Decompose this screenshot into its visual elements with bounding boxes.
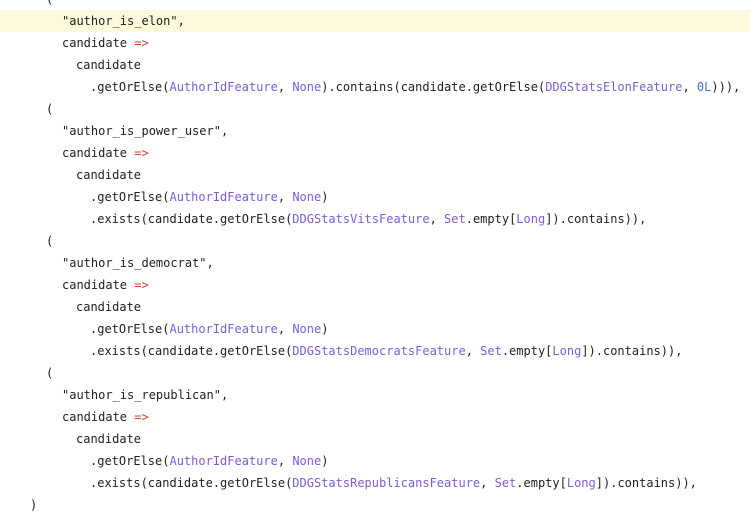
code-token: , (480, 476, 495, 490)
code-token: Long (566, 476, 596, 490)
code-token: AuthorIdFeature (169, 454, 278, 468)
code-token: 0L (696, 80, 712, 94)
code-token: .empty[ (465, 212, 517, 226)
code-token: None (292, 190, 322, 204)
code-token: ]).contains)), (581, 344, 683, 358)
code-line: candidate (0, 164, 750, 186)
code-token: ]).contains)), (595, 476, 697, 490)
code-line: ( (0, 0, 750, 10)
code-token: candidate (62, 146, 135, 160)
code-token: DDGStatsRepublicansFeature (292, 476, 481, 490)
code-token: ))), (711, 80, 741, 94)
code-token: ( (46, 0, 53, 6)
code-token: Set (444, 212, 466, 226)
code-token: candidate (76, 432, 142, 446)
code-token: candidate (62, 410, 135, 424)
code-token: => (134, 146, 149, 160)
code-token: candidate (62, 278, 135, 292)
code-token: DDGStatsElonFeature (545, 80, 683, 94)
code-token: , (206, 256, 214, 270)
code-token: "author_is_power_user" (62, 124, 221, 138)
code-editor[interactable]: ("author_is_elon",candidate =>candidate.… (0, 0, 750, 525)
code-token: AuthorIdFeature (169, 190, 278, 204)
code-token: , (220, 124, 229, 138)
code-token: DDGStatsDemocratsFeature (292, 344, 466, 358)
code-token: => (134, 36, 149, 50)
code-token: , (277, 454, 293, 468)
code-token: , (220, 388, 229, 402)
code-token: , (429, 212, 445, 226)
code-token: , (277, 322, 293, 336)
code-token: , (177, 14, 185, 28)
code-line: "author_is_republican", (0, 384, 750, 406)
code-token: None (292, 80, 322, 94)
code-token: ]).contains)), (545, 212, 647, 226)
code-token: , (277, 190, 293, 204)
code-token: candidate (62, 36, 135, 50)
code-line: .getOrElse(AuthorIdFeature, None).contai… (0, 76, 750, 98)
code-token: candidate (76, 58, 142, 72)
code-line: ( (0, 98, 750, 120)
code-token: ) (321, 190, 329, 204)
code-token: Long (516, 212, 546, 226)
code-token: .getOrElse( (90, 190, 170, 204)
code-token: .getOrElse( (90, 454, 170, 468)
code-line: .exists(candidate.getOrElse(DDGStatsRepu… (0, 472, 750, 494)
code-token: ( (46, 102, 54, 116)
code-line: candidate => (0, 406, 750, 428)
code-token: .empty[ (501, 344, 553, 358)
code-token: ) (30, 498, 38, 512)
code-token: ).contains(candidate.getOrElse( (321, 80, 546, 94)
code-line: ) (0, 494, 750, 516)
code-token: , (682, 80, 697, 94)
code-token: None (292, 322, 322, 336)
code-token: ) (321, 322, 329, 336)
code-token: => (134, 278, 149, 292)
code-token: DDGStatsVitsFeature (292, 212, 430, 226)
code-token: "author_is_republican" (62, 388, 221, 402)
code-token: ( (46, 234, 54, 248)
code-line: candidate => (0, 274, 750, 296)
code-token: candidate (76, 168, 142, 182)
code-token: "author_is_democrat" (62, 256, 207, 270)
code-line: candidate (0, 54, 750, 76)
code-token: .exists(candidate.getOrElse( (90, 344, 293, 358)
code-line: candidate (0, 296, 750, 318)
code-token: AuthorIdFeature (169, 322, 278, 336)
code-token: AuthorIdFeature (169, 80, 278, 94)
code-token: ) (321, 454, 329, 468)
code-token: None (292, 454, 322, 468)
code-token: .exists(candidate.getOrElse( (90, 212, 293, 226)
code-token: candidate (76, 300, 142, 314)
code-token: Long (552, 344, 582, 358)
code-line: .exists(candidate.getOrElse(DDGStatsVits… (0, 208, 750, 230)
code-line: candidate => (0, 142, 750, 164)
code-token: "author_is_elon" (62, 14, 178, 28)
code-token: .empty[ (516, 476, 567, 490)
code-line: .exists(candidate.getOrElse(DDGStatsDemo… (0, 340, 750, 362)
code-token: => (134, 410, 149, 424)
code-line: "author_is_elon", (0, 10, 750, 32)
code-token: ( (46, 366, 54, 380)
code-token: , (465, 344, 481, 358)
code-token: Set (494, 476, 517, 490)
code-token: Set (480, 344, 502, 358)
code-token: .getOrElse( (90, 80, 170, 94)
code-line: "author_is_democrat", (0, 252, 750, 274)
code-token: .exists(candidate.getOrElse( (90, 476, 293, 490)
code-line: candidate (0, 428, 750, 450)
code-line: "author_is_power_user", (0, 120, 750, 142)
code-token: .getOrElse( (90, 322, 170, 336)
code-line: .getOrElse(AuthorIdFeature, None) (0, 450, 750, 472)
code-line: ( (0, 230, 750, 252)
code-line: ( (0, 362, 750, 384)
code-line: candidate => (0, 32, 750, 54)
code-line: .getOrElse(AuthorIdFeature, None) (0, 318, 750, 340)
code-token: , (277, 80, 293, 94)
code-line: .getOrElse(AuthorIdFeature, None) (0, 186, 750, 208)
